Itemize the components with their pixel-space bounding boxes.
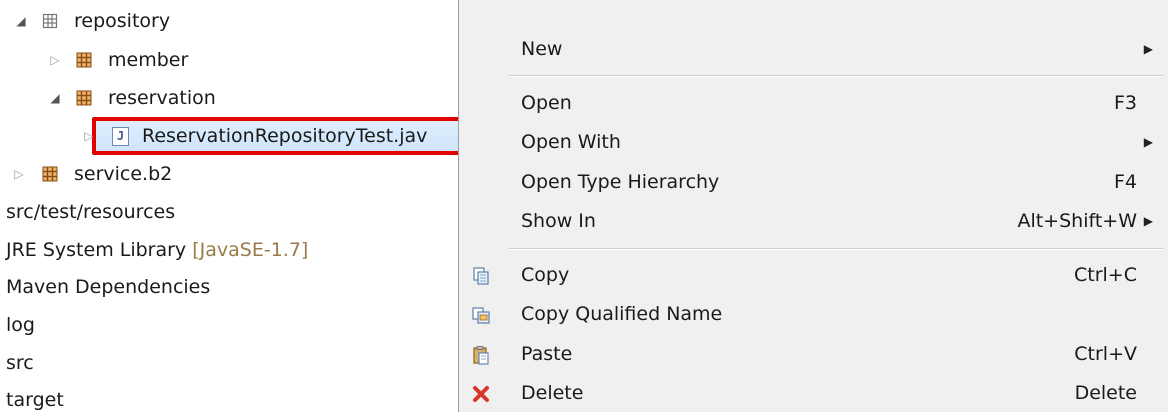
tree-item-label: src bbox=[6, 352, 34, 374]
paste-icon bbox=[473, 346, 489, 365]
submenu-arrow-icon: ▶ bbox=[1143, 135, 1153, 149]
copy-icon bbox=[473, 267, 489, 285]
menu-separator bbox=[509, 75, 1163, 77]
menu-item-open-with[interactable]: Open With ▶ bbox=[459, 123, 1168, 162]
menu-item-open[interactable]: Open F3 bbox=[459, 84, 1168, 123]
menu-item-shortcut: Delete bbox=[1074, 382, 1137, 404]
collapsed-arrow-icon[interactable]: ▷ bbox=[48, 43, 62, 77]
menu-item-label: Open bbox=[521, 92, 572, 114]
menu-item-label: Paste bbox=[521, 343, 573, 365]
menu-item-label: Open Type Hierarchy bbox=[521, 171, 720, 193]
package-explorer-tree: ◢ repository ▷ member ◢ reservation ▷ J … bbox=[0, 0, 462, 412]
menu-item-label: Open With bbox=[521, 131, 621, 153]
tree-item-label: src/test/resources bbox=[6, 201, 176, 223]
menu-item-label: Show In bbox=[521, 210, 596, 232]
menu-item-label: Copy Qualified Name bbox=[521, 303, 723, 325]
menu-separator bbox=[509, 248, 1163, 250]
tree-item-label: Maven Dependencies bbox=[6, 276, 211, 298]
copy-qualified-name-icon bbox=[472, 307, 490, 324]
menu-item-open-type-hierarchy[interactable]: Open Type Hierarchy F4 bbox=[459, 163, 1168, 202]
submenu-arrow-icon: ▶ bbox=[1143, 42, 1153, 56]
package-icon bbox=[76, 90, 92, 106]
collapsed-arrow-icon[interactable]: ▷ bbox=[12, 157, 26, 191]
expanded-arrow-icon[interactable]: ◢ bbox=[48, 81, 62, 115]
menu-item-label: Copy bbox=[521, 264, 570, 286]
tree-item-label: member bbox=[108, 49, 189, 71]
tree-item-label-group: JRE System Library [JavaSE-1.7] bbox=[6, 233, 308, 267]
menu-item-label: New bbox=[521, 38, 563, 60]
menu-item-shortcut: Ctrl+V bbox=[1074, 343, 1137, 365]
menu-item-shortcut: F4 bbox=[1113, 171, 1137, 193]
menu-item-copy[interactable]: Copy Ctrl+C bbox=[459, 256, 1168, 295]
menu-item-shortcut: Alt+Shift+W bbox=[1017, 210, 1137, 232]
collapsed-arrow-icon[interactable]: ▷ bbox=[82, 119, 96, 153]
package-icon bbox=[42, 166, 58, 182]
menu-item-shortcut: F3 bbox=[1113, 92, 1137, 114]
menu-item-label: Delete bbox=[521, 382, 584, 404]
tree-item-label: JRE System Library bbox=[6, 239, 187, 261]
tree-item-label: ReservationRepositoryTest.jav bbox=[142, 125, 428, 147]
tree-item-label: repository bbox=[74, 10, 171, 32]
delete-icon bbox=[473, 386, 489, 402]
context-menu: New ▶ Open F3 Open With ▶ Open Type Hier… bbox=[458, 0, 1168, 412]
package-icon bbox=[76, 52, 92, 68]
tree-item-label: reservation bbox=[108, 87, 216, 109]
tree-item-label: service.b2 bbox=[74, 163, 173, 185]
menu-item-delete[interactable]: Delete Delete bbox=[459, 374, 1168, 413]
expanded-arrow-icon[interactable]: ◢ bbox=[14, 4, 28, 38]
library-version-label: [JavaSE-1.7] bbox=[192, 239, 309, 261]
menu-item-show-in[interactable]: Show In Alt+Shift+W ▶ bbox=[459, 202, 1168, 241]
menu-item-copy-qualified-name[interactable]: Copy Qualified Name bbox=[459, 295, 1168, 334]
package-folder-icon bbox=[42, 13, 58, 29]
submenu-arrow-icon: ▶ bbox=[1143, 214, 1153, 228]
menu-item-shortcut: Ctrl+C bbox=[1074, 264, 1137, 286]
java-file-icon: J bbox=[112, 127, 129, 146]
tree-item-label: log bbox=[6, 314, 35, 336]
menu-item-new[interactable]: New ▶ bbox=[459, 30, 1168, 69]
menu-item-paste[interactable]: Paste Ctrl+V bbox=[459, 335, 1168, 374]
